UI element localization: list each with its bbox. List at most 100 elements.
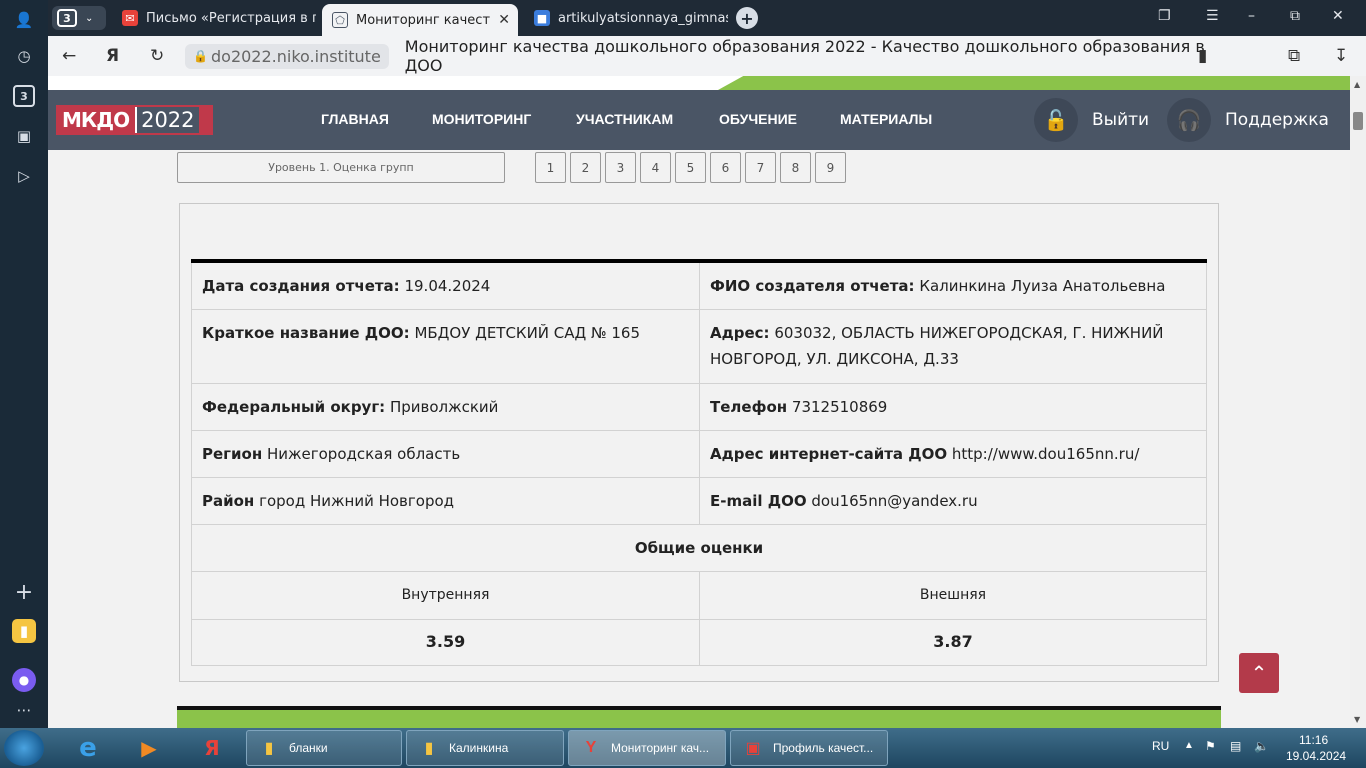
page-4-button[interactable]: 4 [640, 152, 671, 183]
nav-materials[interactable]: МАТЕРИАЛЫ [840, 111, 932, 127]
close-icon[interactable]: ✕ [490, 12, 518, 28]
page-scrollbar[interactable]: ▲ ▼ [1350, 76, 1366, 728]
nav-participants[interactable]: УЧАСТНИКАМ [576, 111, 673, 127]
alice-icon[interactable]: ● [12, 668, 36, 692]
short-name-value: МБДОУ ДЕТСКИЙ САД № 165 [414, 323, 641, 342]
notes-icon[interactable]: ▮ [12, 619, 36, 643]
area-label: Район [202, 491, 255, 510]
folder-icon: ▮ [264, 740, 274, 757]
area-value: город Нижний Новгород [259, 491, 455, 510]
logout-label: Выйти [1092, 110, 1150, 130]
url-field[interactable]: 🔒 do2022.niko.institute Мониторинг качес… [185, 37, 1223, 75]
table-row: Общие оценки [191, 523, 1207, 572]
nav-monitoring[interactable]: МОНИТОРИНГ [432, 111, 531, 127]
address-cell: Адрес: 603032, ОБЛАСТЬ НИЖЕГОРОДСКАЯ, Г.… [699, 308, 1207, 384]
phone-value: 7312510869 [791, 397, 888, 416]
address-bar: ← Я ↻ 🔒 do2022.niko.institute Мониторинг… [48, 36, 1366, 76]
language-indicator[interactable]: RU [1152, 739, 1169, 753]
taskbar-item-blanks[interactable]: ▮ бланки [246, 730, 402, 766]
volume-icon[interactable]: 🔈 [1254, 739, 1269, 753]
network-icon[interactable]: ▤ [1230, 739, 1241, 753]
taskbar: e ▶ Я ▮ бланки ▮ Калинкина Y Мониторинг … [0, 728, 1366, 768]
reload-icon[interactable]: ↻ [150, 46, 164, 66]
scroll-up-icon[interactable]: ▲ [1354, 80, 1360, 89]
add-panel-icon[interactable]: + [12, 580, 36, 605]
phone-label: Телефон [710, 397, 788, 416]
taskbar-item-kalinkina[interactable]: ▮ Калинкина [406, 730, 564, 766]
tray-expand-icon[interactable]: ▲ [1184, 740, 1194, 751]
collections-icon[interactable]: 3 [13, 85, 35, 107]
table-row: Краткое название ДОО: МБДОУ ДЕТСКИЙ САД … [191, 308, 1207, 384]
report-author-cell: ФИО создателя отчета: Калинкина Луиза Ан… [699, 260, 1207, 310]
page-3-button[interactable]: 3 [605, 152, 636, 183]
tab-count: 3 [57, 9, 77, 27]
media-player-icon[interactable]: ▶ [133, 732, 165, 764]
report-created-cell: Дата создания отчета: 19.04.2024 [191, 260, 700, 310]
page-8-button[interactable]: 8 [780, 152, 811, 183]
taskbar-item-label: Калинкина [449, 741, 509, 755]
level-select-button[interactable]: Уровень 1. Оценка групп [177, 152, 505, 183]
support-button[interactable]: 🎧 Поддержка [1167, 98, 1329, 142]
page-9-button[interactable]: 9 [815, 152, 846, 183]
play-icon[interactable]: ▷ [12, 164, 36, 188]
more-icon[interactable]: ⋯ [12, 698, 36, 722]
nav-learning[interactable]: ОБУЧЕНИЕ [719, 111, 797, 127]
nav-home[interactable]: ГЛАВНАЯ [321, 111, 389, 127]
tab-label: artikulyatsionnaya_gimnas [558, 10, 728, 26]
ie-icon[interactable]: e [72, 732, 104, 764]
yandex-icon[interactable]: Я [106, 46, 119, 66]
region-cell: Регион Нижегородская область [191, 429, 700, 478]
new-tab-button[interactable]: + [736, 7, 758, 29]
table-row: 3.59 3.87 [191, 618, 1207, 666]
table-row: Район город Нижний Новгород E-mail ДОО d… [191, 476, 1207, 525]
bookmark-icon[interactable]: ▮ [1198, 46, 1207, 66]
site-logo[interactable]: МКДО 2022 [56, 105, 213, 135]
region-label: Регион [202, 444, 263, 463]
lock-icon: 🔒 [193, 48, 208, 63]
logout-button[interactable]: 🔓 Выйти [1034, 98, 1149, 142]
clock-time[interactable]: 11:16 [1299, 733, 1328, 747]
taskbar-item-monitoring[interactable]: Y Мониторинг кач... [568, 730, 726, 766]
federal-district-value: Приволжский [389, 397, 499, 416]
start-button[interactable] [4, 730, 44, 766]
yandex-browser-icon[interactable]: Я [196, 732, 228, 764]
email-cell: E-mail ДОО dou165nn@yandex.ru [699, 476, 1207, 525]
clock-date[interactable]: 19.04.2024 [1286, 749, 1346, 763]
page-1-button[interactable]: 1 [535, 152, 566, 183]
page-6-button[interactable]: 6 [710, 152, 741, 183]
scroll-thumb[interactable] [1353, 112, 1363, 130]
window-close-icon[interactable]: ✕ [1332, 8, 1344, 24]
headset-icon: 🎧 [1167, 98, 1211, 142]
tab-label: Мониторинг качества д [356, 12, 491, 28]
scroll-down-icon[interactable]: ▼ [1354, 715, 1360, 724]
restore-icon[interactable]: ⧉ [1290, 8, 1300, 24]
page-2-button[interactable]: 2 [570, 152, 601, 183]
flag-icon[interactable]: ⚑ [1205, 739, 1216, 753]
history-icon[interactable]: ◷ [12, 44, 36, 68]
tab-strip: 3 ⌄ ✉ Письмо «Регистрация в п ⬠ Монитори… [48, 0, 1366, 36]
extensions-icon[interactable]: ⧉ [1288, 46, 1300, 66]
download-icon[interactable]: ↧ [1334, 46, 1348, 66]
tab-mail[interactable]: ✉ Письмо «Регистрация в п [112, 4, 316, 32]
table-row: Федеральный округ: Приволжский Телефон 7… [191, 382, 1207, 431]
page-5-button[interactable]: 5 [675, 152, 706, 183]
profile-icon[interactable]: 👤 [12, 8, 36, 32]
chevron-down-icon: ⌄ [85, 12, 94, 24]
pagination: 1 2 3 4 5 6 7 8 9 [535, 152, 850, 183]
bookmark-manager-icon[interactable]: ❐ [1158, 8, 1171, 24]
back-icon[interactable]: ← [62, 46, 76, 66]
menu-icon[interactable]: ☰ [1206, 8, 1219, 24]
tab-counter[interactable]: 3 ⌄ [52, 6, 106, 30]
camera-icon[interactable]: ▣ [12, 124, 36, 148]
external-score: 3.87 [699, 618, 1207, 666]
taskbar-item-label: Профиль качест... [773, 741, 874, 755]
browser-sidebar: 👤 ◷ 3 ▣ ▷ + ▮ ● ⋯ [0, 0, 48, 728]
logo-text-right: 2022 [135, 107, 199, 133]
tab-gymnastics[interactable]: ■ artikulyatsionnaya_gimnas [524, 4, 728, 32]
minimize-icon[interactable]: – [1248, 8, 1255, 24]
taskbar-item-profile[interactable]: ▣ Профиль качест... [730, 730, 888, 766]
tab-monitoring[interactable]: ⬠ Мониторинг качества д ✕ [322, 4, 518, 36]
scroll-to-top-button[interactable]: ⌃ [1239, 653, 1279, 693]
page-7-button[interactable]: 7 [745, 152, 776, 183]
website-value[interactable]: http://www.dou165nn.ru/ [952, 445, 1140, 463]
